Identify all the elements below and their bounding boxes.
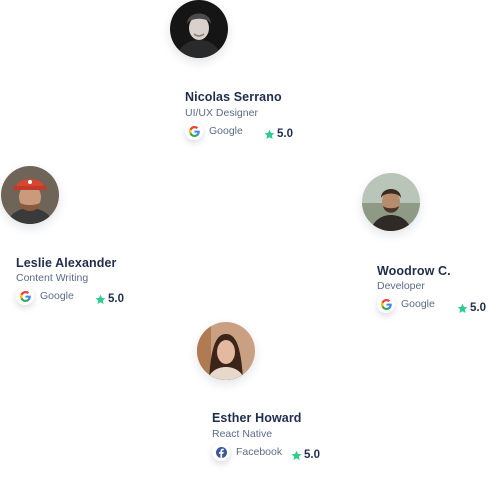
star-icon bbox=[95, 294, 106, 305]
reviewer-name: Esther Howard bbox=[212, 411, 302, 425]
reviewer-role: UI/UX Designer bbox=[185, 107, 258, 119]
facebook-icon bbox=[212, 443, 230, 461]
review-source: Facebook bbox=[212, 443, 282, 461]
rating-value: 5.0 bbox=[304, 449, 320, 461]
rating: 5.0 bbox=[264, 128, 293, 140]
google-icon bbox=[185, 122, 203, 140]
rating: 5.0 bbox=[457, 302, 486, 314]
reviewer-role: Developer bbox=[377, 280, 425, 292]
review-source: Google bbox=[377, 295, 435, 313]
avatar bbox=[197, 322, 255, 380]
review-source-label: Facebook bbox=[236, 446, 283, 458]
rating-value: 5.0 bbox=[277, 128, 293, 140]
reviewer-name: Leslie Alexander bbox=[16, 256, 117, 270]
avatar bbox=[362, 173, 420, 231]
reviewer-role: React Native bbox=[212, 428, 273, 440]
reviewer-name: Nicolas Serrano bbox=[185, 90, 282, 104]
google-icon bbox=[377, 295, 395, 313]
star-icon bbox=[291, 450, 302, 461]
avatar bbox=[170, 0, 228, 58]
review-source-label: Google bbox=[209, 125, 243, 137]
review-source-label: Google bbox=[40, 290, 74, 302]
star-icon bbox=[264, 129, 275, 140]
star-icon bbox=[457, 303, 468, 314]
rating: 5.0 bbox=[95, 293, 124, 305]
rating: 5.0 bbox=[291, 449, 320, 461]
avatar bbox=[1, 166, 59, 224]
google-icon bbox=[16, 287, 34, 305]
reviewer-role: Content Writing bbox=[16, 272, 89, 284]
review-source-label: Google bbox=[401, 298, 435, 310]
rating-value: 5.0 bbox=[470, 302, 486, 314]
reviewer-name: Woodrow C. bbox=[377, 264, 451, 278]
rating-value: 5.0 bbox=[108, 293, 124, 305]
review-source: Google bbox=[16, 287, 74, 305]
review-source: Google bbox=[185, 122, 243, 140]
